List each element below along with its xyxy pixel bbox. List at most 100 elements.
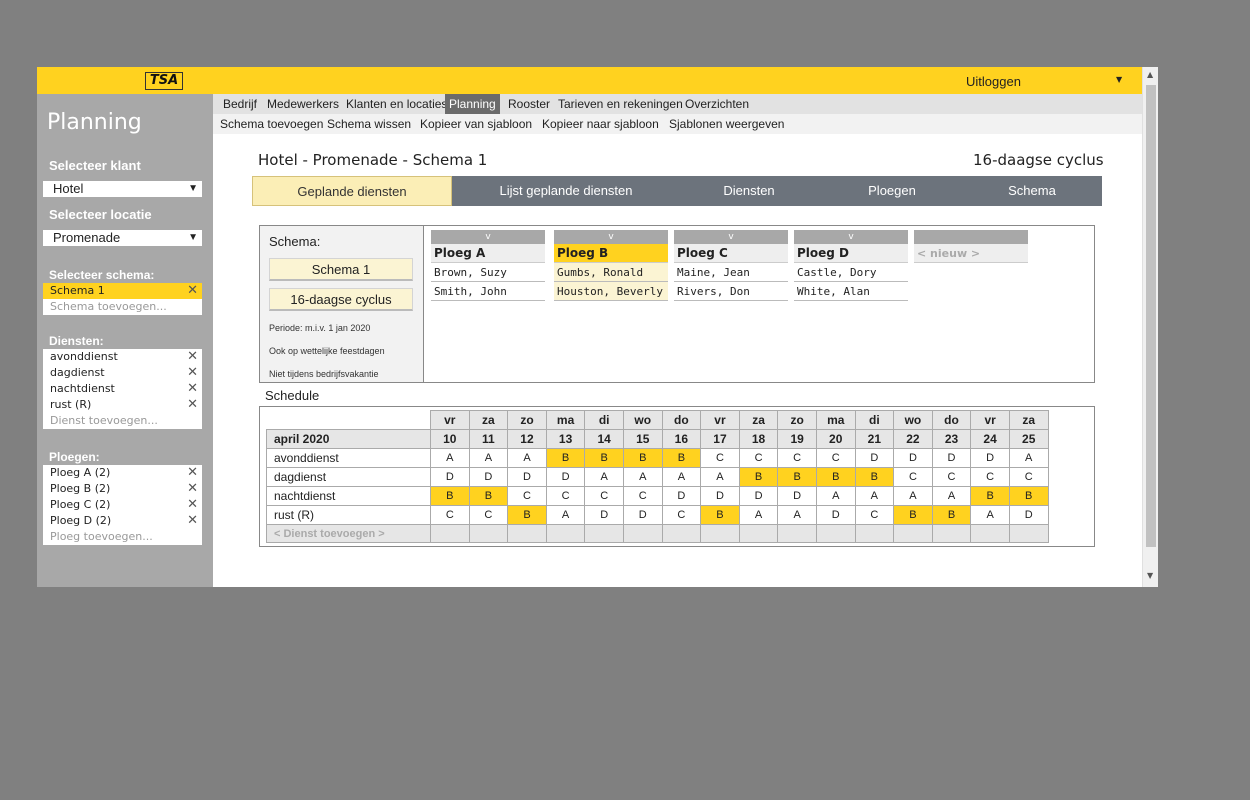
schedule-cell[interactable]: D (931, 448, 972, 468)
tab-geplande-diensten[interactable]: Geplande diensten (252, 176, 452, 206)
crew-name[interactable]: Ploeg C (674, 244, 788, 263)
delete-icon[interactable]: ✕ (187, 381, 198, 397)
crew-member[interactable]: Smith, John (431, 282, 545, 301)
expand-icon[interactable]: v (794, 230, 908, 244)
schedule-cell[interactable]: B (854, 467, 895, 487)
menu-bedrijf[interactable]: Bedrijf (219, 94, 261, 114)
expand-icon[interactable]: v (431, 230, 545, 244)
schedule-cell[interactable]: A (700, 467, 740, 487)
schedule-cell[interactable]: D (815, 505, 856, 525)
crew-member[interactable]: Brown, Suzy (431, 263, 545, 282)
delete-icon[interactable]: ✕ (187, 465, 198, 481)
schedule-cell[interactable]: A (430, 448, 470, 468)
delete-icon[interactable]: ✕ (187, 365, 198, 381)
schedule-cell[interactable]: B (970, 486, 1010, 506)
schedule-cell[interactable]: C (738, 448, 779, 468)
schedule-cell[interactable]: C (700, 448, 740, 468)
scroll-down-icon[interactable]: ▼ (1147, 571, 1153, 580)
add-service-link[interactable]: Dienst toevoegen... (43, 413, 202, 429)
scroll-up-icon[interactable]: ▲ (1147, 70, 1153, 79)
submenu-kopieer-van[interactable]: Kopieer van sjabloon (420, 114, 532, 134)
schedule-cell[interactable]: C (854, 505, 895, 525)
schedule-cell[interactable]: D (661, 486, 702, 506)
schedule-cell[interactable]: A (545, 505, 586, 525)
delete-icon[interactable]: ✕ (187, 397, 198, 413)
schedule-cell[interactable]: A (893, 486, 933, 506)
crew-item[interactable]: Ploeg C (2) ✕ (43, 497, 202, 513)
submenu-kopieer-naar[interactable]: Kopieer naar sjabloon (542, 114, 659, 134)
schedule-cell[interactable]: D (854, 448, 895, 468)
crew-name[interactable]: Ploeg B (554, 244, 668, 263)
schedule-cell[interactable]: B (738, 467, 779, 487)
schedule-cell[interactable]: C (1008, 467, 1049, 487)
schedule-cell[interactable]: C (661, 505, 702, 525)
crew-name[interactable]: Ploeg A (431, 244, 545, 263)
delete-icon[interactable]: ✕ (187, 481, 198, 497)
schedule-cell[interactable]: A (507, 448, 547, 468)
schedule-cell[interactable]: B (430, 486, 470, 506)
service-item[interactable]: rust (R) ✕ (43, 397, 202, 413)
schedule-cell[interactable]: C (777, 448, 817, 468)
delete-icon[interactable]: ✕ (187, 513, 198, 529)
tab-lijst-geplande-diensten[interactable]: Lijst geplande diensten (482, 176, 650, 206)
schedule-cell[interactable]: A (468, 448, 509, 468)
crew-member[interactable]: Houston, Beverly (554, 282, 668, 301)
schedule-cell[interactable]: D (545, 467, 586, 487)
crew-item[interactable]: Ploeg B (2) ✕ (43, 481, 202, 497)
service-item[interactable]: avonddienst ✕ (43, 349, 202, 365)
schedule-cell[interactable]: D (970, 448, 1010, 468)
tab-schema[interactable]: Schema (987, 176, 1077, 206)
schedule-cell[interactable]: B (584, 448, 624, 468)
schedule-cell[interactable]: B (815, 467, 856, 487)
schedule-cell[interactable]: C (931, 467, 972, 487)
schedule-cell[interactable]: C (815, 448, 856, 468)
schedule-cell[interactable]: C (430, 505, 470, 525)
schedule-cell[interactable]: B (931, 505, 972, 525)
cycle-button[interactable]: 16-daagse cyclus (269, 288, 413, 311)
schedule-cell[interactable]: A (970, 505, 1010, 525)
add-crew-link[interactable]: Ploeg toevoegen... (43, 529, 202, 545)
tsa-logo[interactable]: TSA (145, 72, 183, 90)
new-crew-button[interactable]: < nieuw > (914, 244, 1028, 263)
schedule-cell[interactable]: D (622, 505, 663, 525)
schema-name-button[interactable]: Schema 1 (269, 258, 413, 281)
schedule-cell[interactable]: A (584, 467, 624, 487)
schedule-cell[interactable]: C (507, 486, 547, 506)
schedule-cell[interactable]: C (893, 467, 933, 487)
crew-member[interactable]: Maine, Jean (674, 263, 788, 282)
crew-member[interactable]: Gumbs, Ronald (554, 263, 668, 282)
schedule-cell[interactable]: B (507, 505, 547, 525)
tab-ploegen[interactable]: Ploegen (847, 176, 937, 206)
schedule-cell[interactable]: C (468, 505, 509, 525)
vertical-scrollbar[interactable]: ▲ ▼ (1142, 67, 1158, 587)
service-item[interactable]: dagdienst ✕ (43, 365, 202, 381)
schedule-cell[interactable]: D (893, 448, 933, 468)
crew-item[interactable]: Ploeg D (2) ✕ (43, 513, 202, 529)
crew-member[interactable]: Castle, Dory (794, 263, 908, 282)
expand-icon[interactable]: v (554, 230, 668, 244)
schedule-cell[interactable]: D (777, 486, 817, 506)
schedule-cell[interactable]: B (1008, 486, 1049, 506)
schedule-cell[interactable]: B (468, 486, 509, 506)
submenu-schema-toevoegen[interactable]: Schema toevoegen (220, 114, 323, 134)
schedule-cell[interactable]: C (584, 486, 624, 506)
schedule-cell[interactable]: D (700, 486, 740, 506)
menu-klanten[interactable]: Klanten en locaties (342, 94, 451, 114)
menu-planning[interactable]: Planning (445, 94, 500, 114)
schedule-cell[interactable]: A (815, 486, 856, 506)
schedule-cell[interactable]: A (931, 486, 972, 506)
location-select[interactable]: Promenade ▼ (43, 230, 202, 246)
schedule-cell[interactable]: A (738, 505, 779, 525)
schedule-cell[interactable]: D (430, 467, 470, 487)
schedule-cell[interactable]: C (545, 486, 586, 506)
schedule-cell[interactable]: A (1008, 448, 1049, 468)
schedule-cell[interactable]: A (777, 505, 817, 525)
crew-item[interactable]: Ploeg A (2) ✕ (43, 465, 202, 481)
schedule-cell[interactable]: A (622, 467, 663, 487)
schedule-cell[interactable]: D (1008, 505, 1049, 525)
logout-link[interactable]: Uitloggen (966, 74, 1021, 89)
schema-item[interactable]: Schema 1 ✕ (43, 283, 202, 299)
client-select[interactable]: Hotel ▼ (43, 181, 202, 197)
scrollbar-thumb[interactable] (1146, 85, 1156, 547)
menu-medewerkers[interactable]: Medewerkers (263, 94, 343, 114)
